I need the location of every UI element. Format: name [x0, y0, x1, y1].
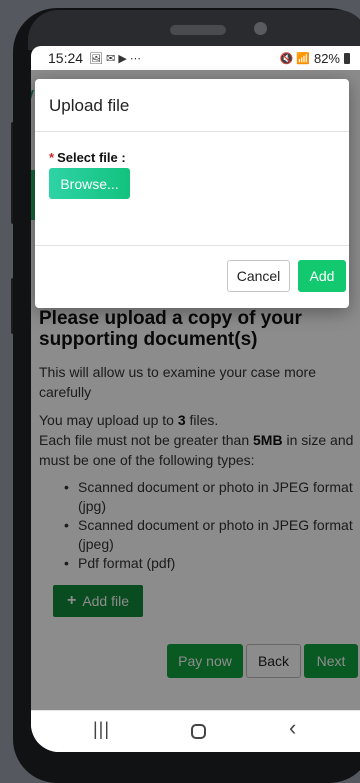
add-button[interactable]: Add	[298, 260, 346, 292]
phone-speaker	[170, 25, 226, 35]
signal-icons: 🔇 📶	[279, 52, 310, 65]
status-bar-right: 🔇 📶 82%	[280, 51, 350, 66]
dialog-title: Upload file	[49, 96, 130, 115]
back-nav-icon[interactable]: ‹	[289, 715, 296, 741]
phone-camera	[254, 22, 267, 35]
battery-icon	[344, 52, 350, 64]
select-file-label-text: Select file :	[57, 150, 126, 165]
dialog-footer-divider	[35, 245, 349, 246]
status-bar-left: 15:24 🖼 ✉ ▶ ⋯	[48, 50, 141, 66]
recents-icon[interactable]: |||	[93, 719, 110, 740]
android-nav-bar: ||| ‹	[31, 710, 360, 752]
status-time: 15:24	[48, 50, 84, 66]
phone-screen: 15:24 🖼 ✉ ▶ ⋯ 🔇 📶 82% Please upload a co…	[31, 46, 360, 752]
status-bar: 15:24 🖼 ✉ ▶ ⋯ 🔇 📶 82%	[31, 46, 360, 70]
notification-icons: 🖼 ✉ ▶ ⋯	[89, 52, 141, 65]
cancel-button[interactable]: Cancel	[227, 260, 290, 292]
required-marker: *	[49, 150, 55, 165]
upload-file-dialog: Upload file * Select file : Browse... Can…	[35, 79, 349, 308]
browse-button[interactable]: Browse...	[49, 168, 130, 199]
select-file-label: * Select file :	[49, 150, 126, 165]
battery-level: 82%	[313, 50, 340, 66]
dialog-header-divider	[35, 131, 349, 132]
home-icon[interactable]	[191, 724, 206, 739]
